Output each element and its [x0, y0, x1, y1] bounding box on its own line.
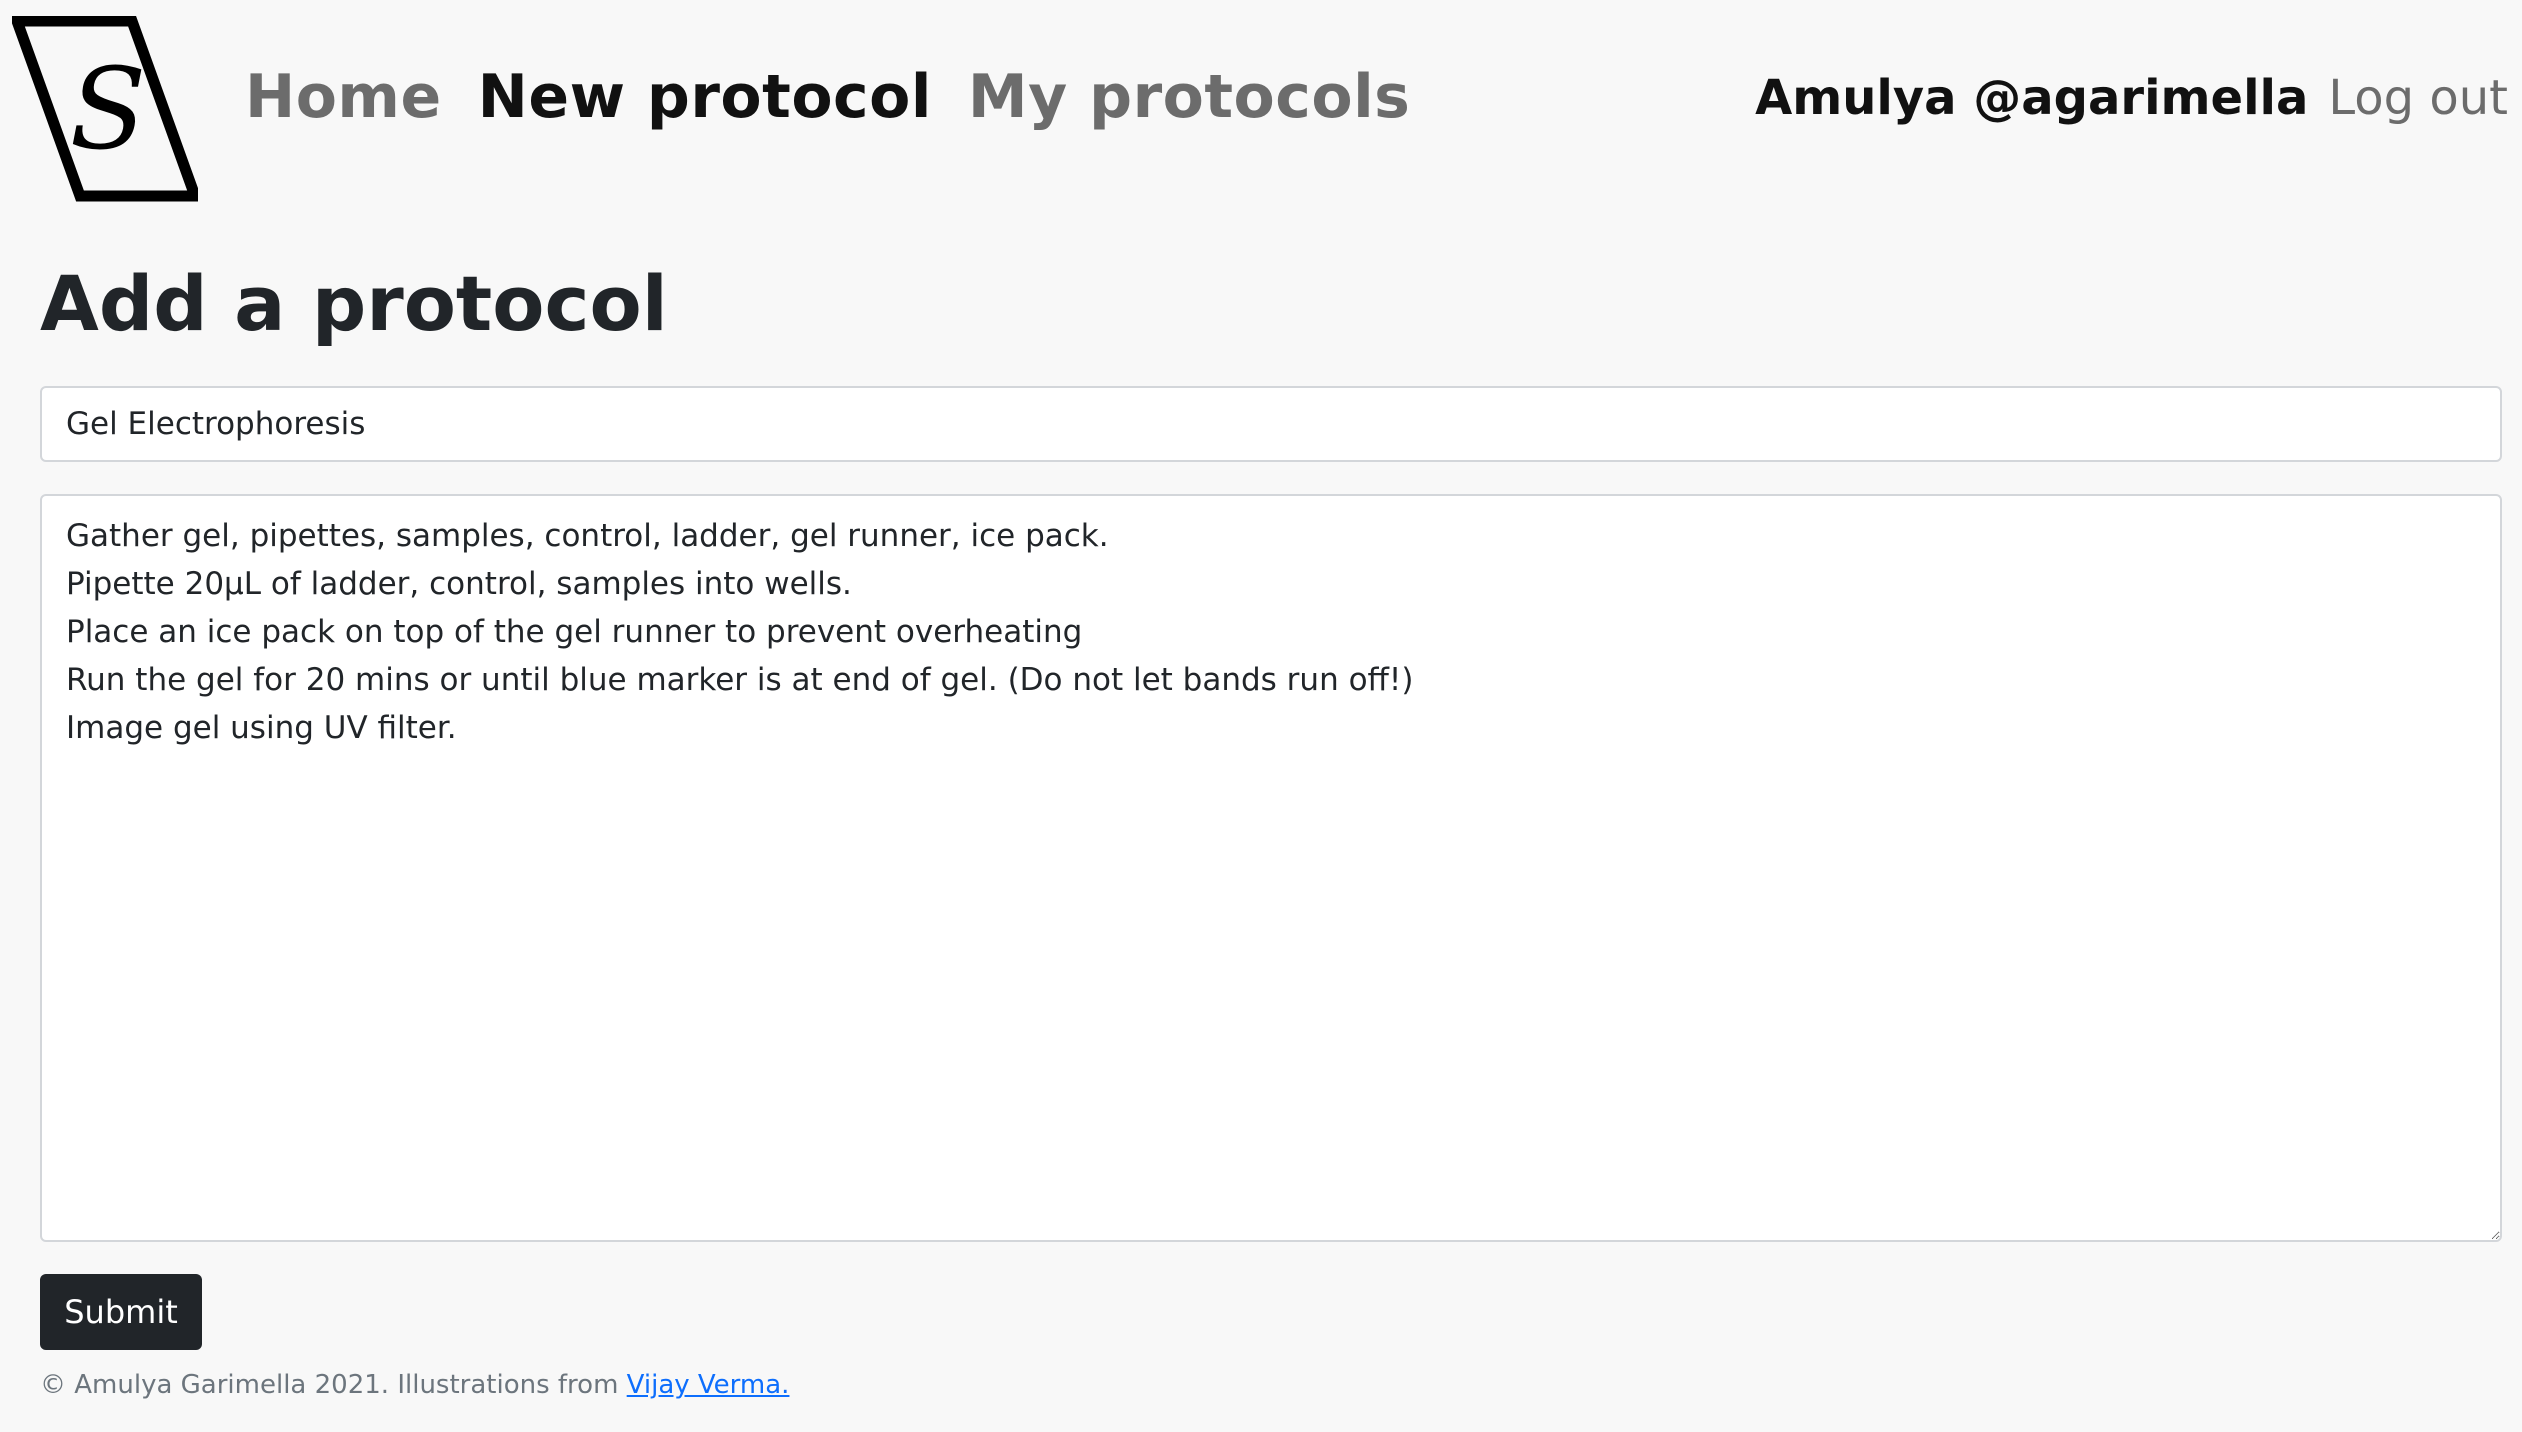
protocol-steps-textarea[interactable]: Gather gel, pipettes, samples, control, … — [40, 494, 2502, 1242]
s-logo-icon[interactable]: S — [12, 16, 198, 204]
submit-button[interactable]: Submit — [40, 1274, 202, 1350]
nav-my-protocols[interactable]: My protocols — [968, 62, 1410, 132]
page: S Home New protocol My protocols Amulya … — [0, 0, 2522, 1432]
protocol-title-input[interactable] — [40, 386, 2502, 462]
footer: © Amulya Garimella 2021. Illustrations f… — [40, 1370, 789, 1400]
nav-home[interactable]: Home — [245, 62, 442, 132]
user-name: Amulya @agarimella — [1755, 70, 2309, 126]
user-area: Amulya @agarimella Log out — [1755, 70, 2508, 126]
footer-copyright: © Amulya Garimella 2021. Illustrations f… — [40, 1370, 627, 1400]
page-title: Add a protocol — [40, 259, 668, 348]
main-nav: Home New protocol My protocols — [245, 62, 1410, 132]
logout-link[interactable]: Log out — [2328, 70, 2508, 126]
footer-credit-link[interactable]: Vijay Verma. — [627, 1370, 790, 1400]
logo-letter: S — [70, 45, 147, 175]
nav-new-protocol[interactable]: New protocol — [478, 62, 932, 132]
